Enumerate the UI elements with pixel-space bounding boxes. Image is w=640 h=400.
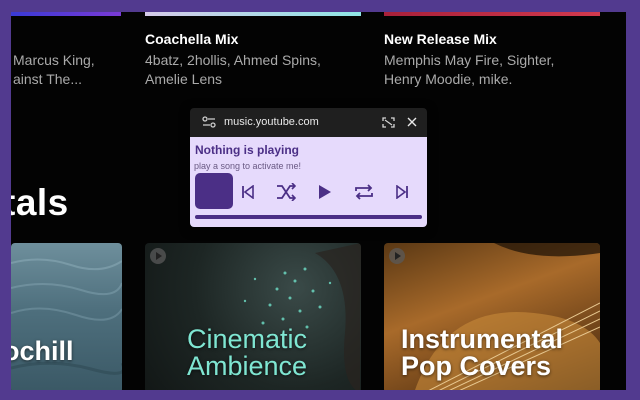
playlist-card[interactable]: Instrumental Pop Covers: [384, 243, 600, 390]
mix-thumbnail-strip: [384, 12, 600, 16]
card-title: Cinematic Ambience: [187, 326, 307, 380]
previous-icon[interactable]: [241, 185, 255, 199]
sand-texture: [11, 258, 122, 375]
mix-title[interactable]: Coachella Mix: [145, 31, 238, 47]
close-icon[interactable]: [407, 117, 417, 127]
section-title: tals: [11, 182, 69, 223]
play-icon[interactable]: [318, 184, 332, 200]
expand-icon[interactable]: [382, 117, 395, 128]
mini-player-titlebar: music.youtube.com: [190, 108, 427, 137]
mix-thumbnail-strip: [11, 12, 121, 16]
mix-artists-line: Memphis May Fire, Sighter,: [384, 52, 555, 68]
settings-icon[interactable]: [202, 116, 216, 128]
album-art-placeholder: [195, 173, 233, 209]
mini-player-popup: music.youtube.com Nothing is playing pla…: [190, 108, 427, 227]
progress-bar[interactable]: [195, 215, 422, 219]
card-title: ochill: [11, 336, 74, 366]
mix-artists-line: Marcus King,: [13, 52, 95, 68]
repeat-icon[interactable]: [354, 183, 374, 201]
mix-artists[interactable]: 4batz, 2hollis, Ahmed Spins, Amelie Lens: [145, 51, 321, 89]
card-title-line: Cinematic: [187, 324, 308, 354]
domain-label: music.youtube.com: [224, 116, 319, 128]
play-badge-icon[interactable]: [389, 248, 405, 264]
mix-artists[interactable]: Marcus King, ainst The...: [13, 51, 95, 89]
mix-artists-line: Henry Moodie, mike.: [384, 71, 513, 87]
playback-hint: play a song to activate me!: [194, 161, 302, 171]
mix-thumbnail-strip: [145, 12, 361, 16]
mix-artists-line: 4batz, 2hollis, Ahmed Spins,: [145, 52, 321, 68]
playlist-card[interactable]: ochill: [11, 243, 122, 390]
playlist-card[interactable]: Cinematic Ambience: [145, 243, 361, 390]
mix-artists[interactable]: Memphis May Fire, Sighter, Henry Moodie,…: [384, 51, 554, 89]
mini-player-body: Nothing is playing play a song to activa…: [190, 137, 427, 227]
mix-artists-line: ainst The...: [13, 71, 83, 87]
mix-artists-line: Amelie Lens: [145, 71, 223, 87]
play-badge-icon[interactable]: [150, 248, 166, 264]
card-title-line: Ambience: [187, 351, 308, 381]
card-title-line: Instrumental: [401, 324, 564, 354]
next-icon[interactable]: [395, 185, 409, 199]
mix-title[interactable]: New Release Mix: [384, 31, 497, 47]
card-title-line: Pop Covers: [401, 351, 552, 381]
playback-status: Nothing is playing: [195, 143, 299, 157]
shuffle-icon[interactable]: [276, 183, 296, 201]
card-title: Instrumental Pop Covers: [401, 326, 563, 380]
